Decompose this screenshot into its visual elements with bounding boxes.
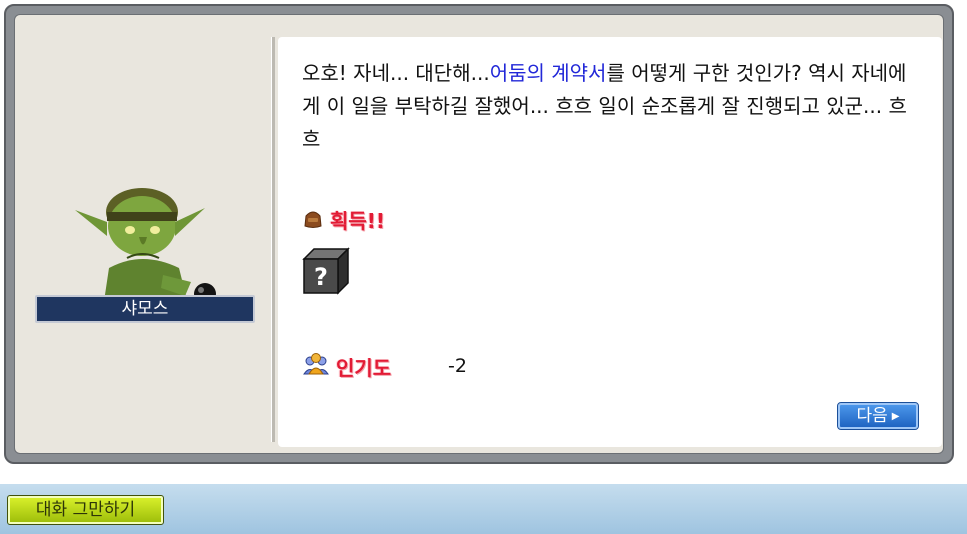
arrow-right-icon: ▶ [891, 411, 900, 422]
message-prefix: 오호! 자네... 대단해... [302, 61, 490, 85]
message-highlight-item: 어둠의 계약서 [489, 61, 607, 85]
bottom-bar: 대화 그만하기 [0, 482, 967, 534]
npc-dialog-window: 샤모스 오호! 자네... 대단해...어둠의 계약서를 어떻게 구한 것인가?… [4, 4, 954, 464]
npc-name-label: 샤모스 [35, 295, 255, 323]
item-symbol: ? [314, 263, 328, 291]
next-button[interactable]: 다음 ▶ [837, 402, 919, 430]
people-icon [303, 353, 329, 375]
dialog-body: 샤모스 오호! 자네... 대단해...어둠의 계약서를 어떻게 구한 것인가?… [14, 14, 944, 454]
fame-value: -2 [448, 355, 467, 377]
panel-divider [271, 37, 275, 442]
end-chat-button[interactable]: 대화 그만하기 [7, 495, 164, 525]
fame-label: 인기도 [336, 356, 392, 380]
dialog-text-panel: 오호! 자네... 대단해...어둠의 계약서를 어떻게 구한 것인가? 역시 … [278, 37, 942, 447]
bag-icon [304, 211, 322, 228]
acquire-label: 획득!! [330, 209, 386, 233]
next-button-label: 다음 [856, 406, 888, 426]
npc-portrait [75, 188, 216, 308]
unknown-item-icon: ? [302, 247, 350, 295]
dialog-message: 오호! 자네... 대단해...어둠의 계약서를 어떻게 구한 것인가? 역시 … [302, 57, 922, 156]
